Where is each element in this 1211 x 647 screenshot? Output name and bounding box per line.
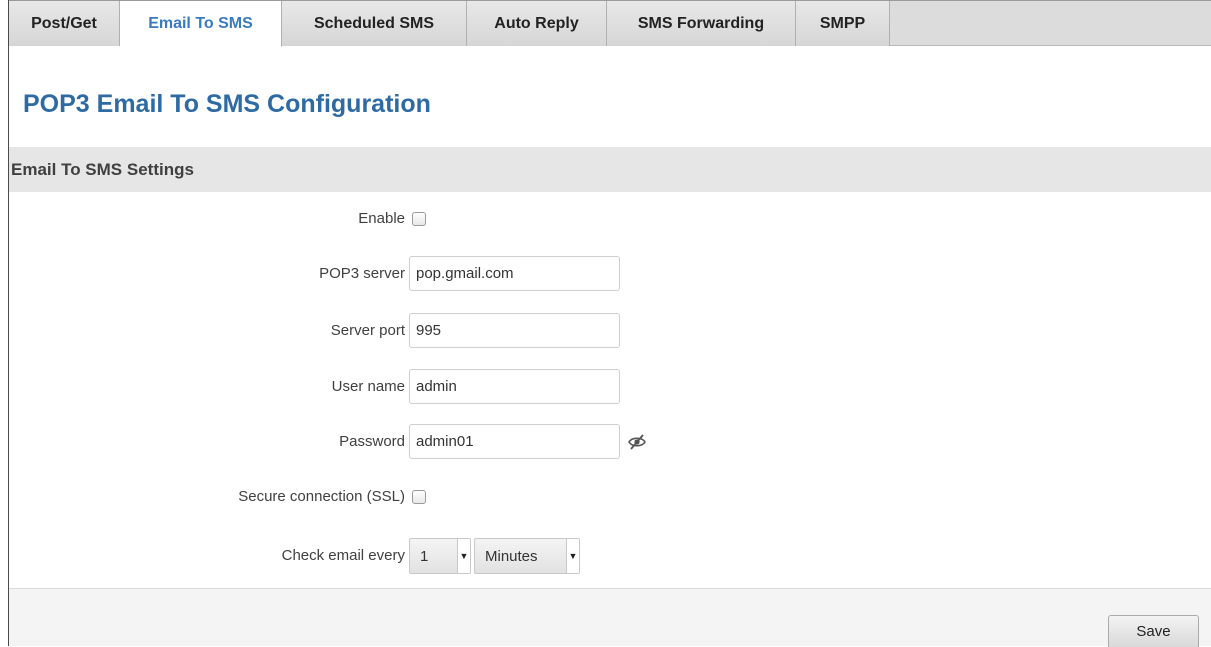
server-port-label: Server port: [330, 322, 405, 339]
enable-label: Enable: [358, 210, 405, 227]
tab-scheduled-sms[interactable]: Scheduled SMS: [282, 1, 467, 46]
tab-smpp[interactable]: SMPP: [796, 1, 890, 46]
tab-label: Post/Get: [31, 14, 97, 32]
page-frame: Post/Get Email To SMS Scheduled SMS Auto…: [8, 0, 1211, 647]
form-row-pop3-server: POP3 server: [9, 256, 1211, 292]
pop3-server-input[interactable]: [409, 256, 620, 291]
tab-label: SMPP: [819, 14, 866, 32]
form-row-enable: Enable: [9, 201, 1211, 237]
secure-connection-checkbox[interactable]: [412, 490, 426, 504]
password-label: Password: [339, 433, 405, 450]
password-input[interactable]: [409, 424, 620, 459]
server-port-input[interactable]: [409, 313, 620, 348]
eye-slash-icon[interactable]: [627, 433, 647, 451]
tab-post-get[interactable]: Post/Get: [9, 1, 120, 46]
tab-email-to-sms[interactable]: Email To SMS: [120, 1, 282, 47]
form-footer: Save: [9, 588, 1211, 647]
interval-unit-value: Minutes: [485, 547, 538, 565]
tab-label: SMS Forwarding: [637, 14, 765, 32]
tab-bar: Post/Get Email To SMS Scheduled SMS Auto…: [9, 0, 1211, 47]
form-row-server-port: Server port: [9, 313, 1211, 349]
secure-connection-label: Secure connection (SSL): [238, 488, 405, 505]
pop3-server-label: POP3 server: [319, 265, 405, 282]
section-header: Email To SMS Settings: [9, 147, 1211, 192]
tab-label: Scheduled SMS: [313, 14, 435, 32]
tab-sms-forwarding[interactable]: SMS Forwarding: [607, 1, 796, 46]
chevron-down-icon: ▼: [457, 539, 470, 573]
user-name-label: User name: [331, 378, 405, 395]
form-row-password: Password: [9, 424, 1211, 460]
chevron-down-icon: ▼: [566, 539, 579, 573]
tab-label: Email To SMS: [148, 14, 253, 32]
form-row-user-name: User name: [9, 369, 1211, 405]
user-name-input[interactable]: [409, 369, 620, 404]
interval-select[interactable]: 1 ▼: [409, 538, 471, 574]
save-button[interactable]: Save: [1108, 615, 1199, 647]
page-title: POP3 Email To SMS Configuration: [23, 90, 431, 118]
enable-checkbox[interactable]: [412, 212, 426, 226]
check-email-label: Check email every: [281, 547, 405, 564]
form-row-check-email: Check email every 1 ▼ Minutes ▼: [9, 538, 1211, 574]
interval-unit-select[interactable]: Minutes ▼: [474, 538, 580, 574]
interval-value: 1: [420, 547, 429, 565]
tab-label: Auto Reply: [494, 14, 579, 32]
form-row-secure-connection: Secure connection (SSL): [9, 479, 1211, 515]
tab-auto-reply[interactable]: Auto Reply: [467, 1, 607, 46]
